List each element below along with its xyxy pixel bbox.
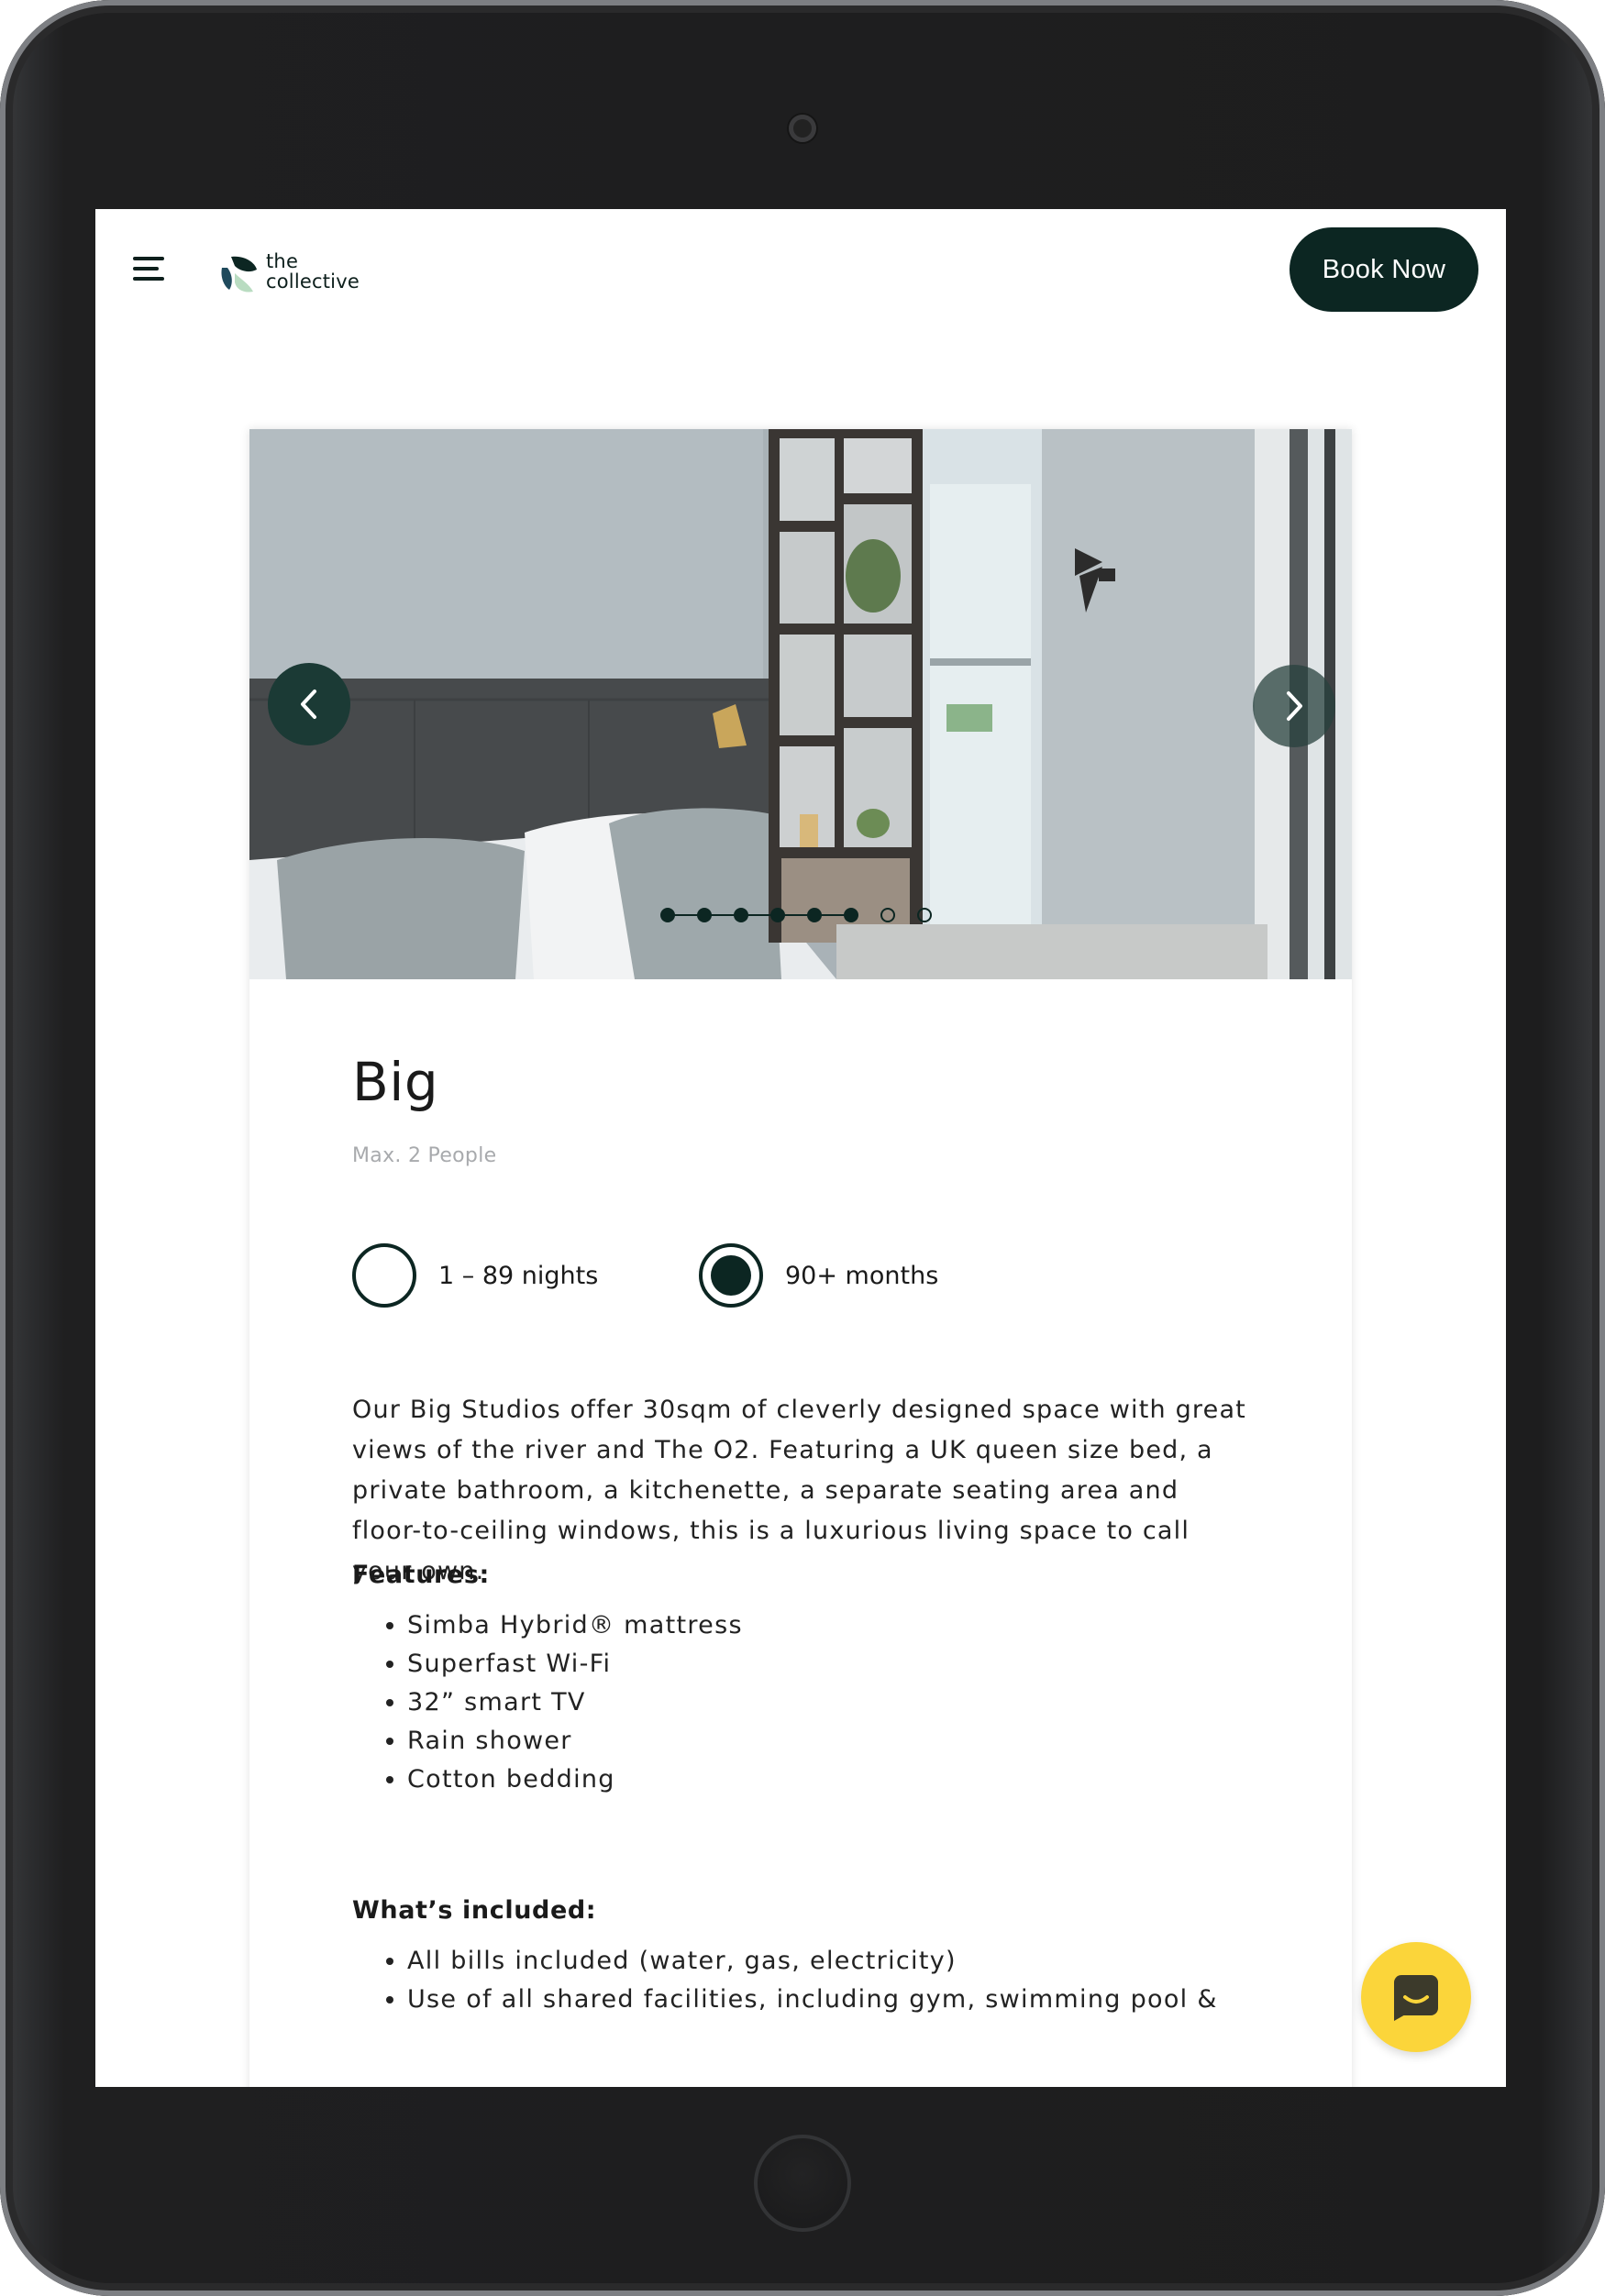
- room-capacity: Max. 2 People: [352, 1144, 497, 1167]
- site-header: the collective Book Now: [95, 209, 1506, 347]
- carousel-dot-current[interactable]: [844, 908, 858, 922]
- carousel-next-button[interactable]: [1253, 665, 1335, 747]
- carousel-dot[interactable]: [880, 908, 895, 922]
- carousel-prev-button[interactable]: [268, 663, 350, 745]
- carousel-dot[interactable]: [697, 908, 712, 922]
- chat-launcher-button[interactable]: [1361, 1942, 1471, 2052]
- logo-text: the collective: [266, 251, 360, 292]
- menu-icon[interactable]: [133, 257, 164, 284]
- chevron-left-icon: [301, 690, 316, 719]
- stay-option-short-label: 1 – 89 nights: [438, 1261, 599, 1290]
- stay-option-short[interactable]: 1 – 89 nights: [352, 1243, 598, 1308]
- screen: the collective Book Now Big Max. 2 Peopl…: [95, 209, 1506, 2087]
- carousel-dot[interactable]: [770, 908, 785, 922]
- list-item: All bills included (water, gas, electric…: [407, 1942, 1251, 1981]
- features-list: Simba Hybrid® mattress Superfast Wi-Fi 3…: [352, 1606, 1251, 1799]
- room-card: Big Max. 2 People 1 – 89 nights 90+ mont…: [249, 429, 1352, 2087]
- list-item: Cotton bedding: [407, 1761, 1251, 1799]
- carousel-dot[interactable]: [917, 908, 932, 922]
- included-list: All bills included (water, gas, electric…: [352, 1942, 1251, 2019]
- front-camera: [789, 115, 816, 142]
- carousel-progress-line: [668, 914, 851, 916]
- room-title: Big: [352, 1051, 439, 1113]
- list-item: Use of all shared facilities, including …: [407, 1981, 1251, 2019]
- logo-line-1: the: [266, 250, 299, 272]
- book-now-button[interactable]: Book Now: [1290, 227, 1478, 312]
- chat-icon: [1394, 1975, 1438, 2021]
- tablet-frame: the collective Book Now Big Max. 2 Peopl…: [0, 0, 1605, 2296]
- stay-option-long-label: 90+ months: [785, 1261, 939, 1290]
- logo-line-2: collective: [266, 270, 360, 293]
- features-heading: Features:: [352, 1561, 490, 1589]
- logo-icon: [221, 256, 257, 293]
- radio-short-stay[interactable]: [352, 1243, 416, 1308]
- chevron-right-icon: [1287, 691, 1302, 721]
- carousel-dot[interactable]: [660, 908, 675, 922]
- list-item: Rain shower: [407, 1722, 1251, 1761]
- list-item: 32” smart TV: [407, 1683, 1251, 1722]
- logo[interactable]: the collective: [218, 248, 383, 295]
- image-carousel[interactable]: [249, 429, 1352, 979]
- radio-long-stay[interactable]: [699, 1243, 763, 1308]
- carousel-dot[interactable]: [734, 908, 748, 922]
- list-item: Superfast Wi-Fi: [407, 1645, 1251, 1683]
- included-heading: What’s included:: [352, 1896, 597, 1925]
- list-item: Simba Hybrid® mattress: [407, 1606, 1251, 1645]
- carousel-indicators: [660, 906, 935, 924]
- stay-option-long[interactable]: 90+ months: [699, 1243, 938, 1308]
- room-photo: [249, 429, 1352, 979]
- carousel-dot[interactable]: [807, 908, 822, 922]
- home-button[interactable]: [754, 2135, 851, 2232]
